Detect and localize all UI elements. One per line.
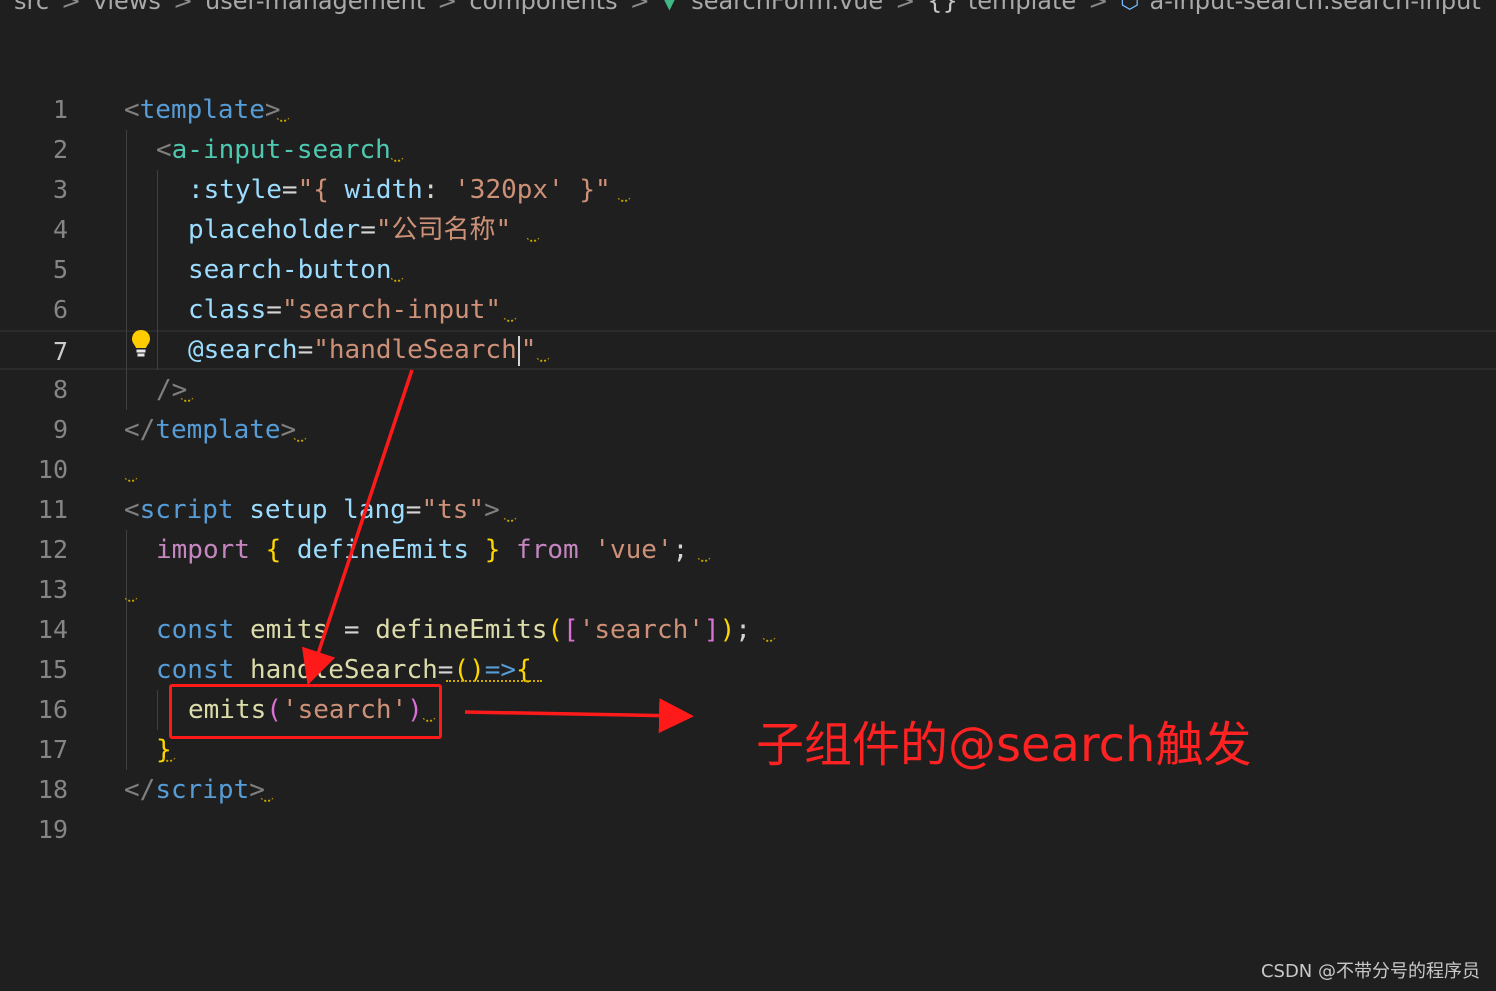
annotation-text: 子组件的@search触发 — [756, 717, 1252, 773]
watermark: CSDN @不带分号的程序员 — [1260, 961, 1480, 982]
arrow-up-to-event — [301, 369, 414, 686]
arrow-to-annotation — [464, 698, 694, 734]
annotation-arrows — [301, 369, 694, 734]
